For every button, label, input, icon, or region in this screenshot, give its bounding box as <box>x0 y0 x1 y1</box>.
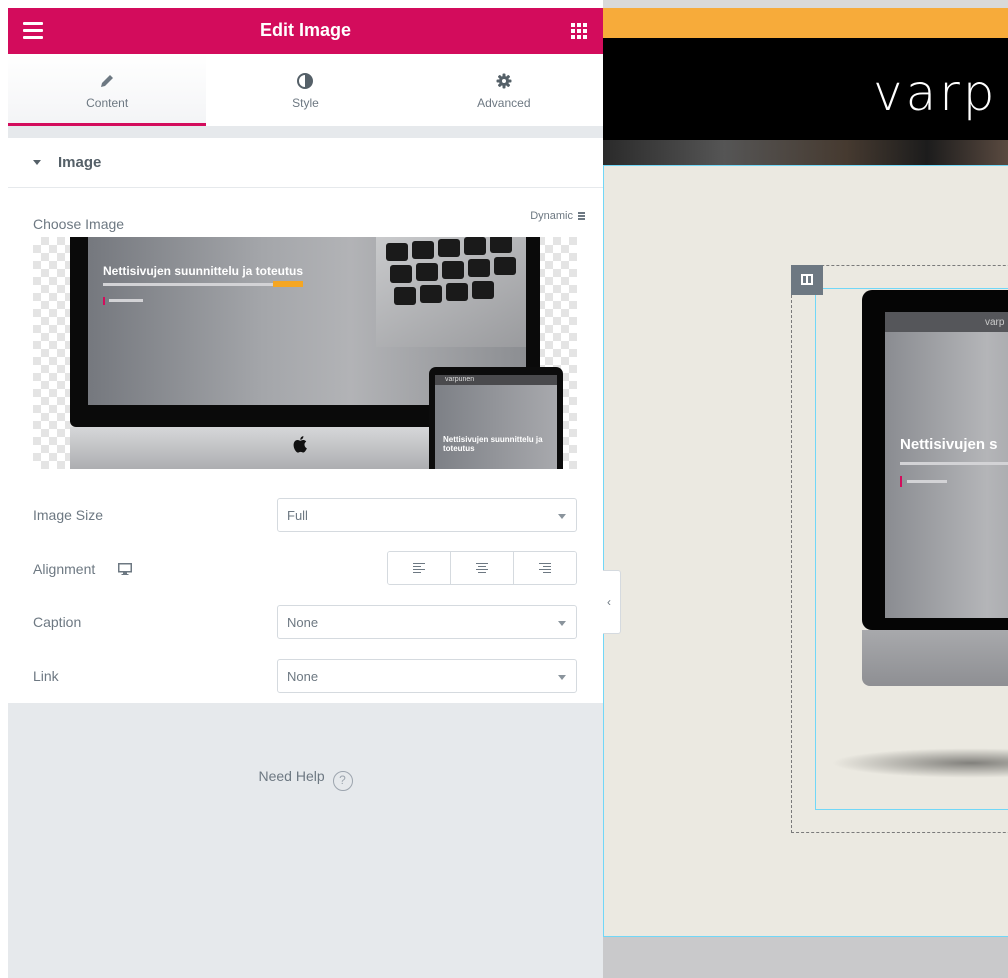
align-right-icon <box>539 563 551 573</box>
preview-tablet-headline: Nettisivujen suunnittelu ja toteutus <box>443 435 543 453</box>
preview-monitor-image[interactable]: varp Nettisivujen s <box>862 290 1008 686</box>
choose-image-label: Choose Image <box>33 216 125 232</box>
gear-icon <box>496 73 512 89</box>
preview-bottom-band <box>603 937 1008 978</box>
preview-monitor-headline: Nettisivujen s <box>900 436 998 453</box>
section-header-image[interactable]: Image <box>8 138 603 188</box>
preview-accent-bar <box>103 297 105 305</box>
pencil-icon <box>101 75 114 87</box>
preview-monitor-screen-large <box>885 312 1008 618</box>
image-size-label: Image Size <box>33 507 104 523</box>
align-center-icon <box>476 563 488 573</box>
link-label: Link <box>33 668 59 684</box>
preview-accent-text <box>109 299 143 302</box>
dynamic-label: Dynamic <box>530 210 573 222</box>
image-size-select[interactable]: Full <box>277 498 577 532</box>
chevron-down-icon <box>558 514 566 519</box>
link-select[interactable]: None <box>277 659 577 693</box>
dynamic-tags-button[interactable]: Dynamic <box>530 210 585 222</box>
desktop-monitor-icon[interactable] <box>118 563 132 575</box>
preview-badge <box>273 281 303 287</box>
preview-subtext <box>103 283 273 286</box>
caption-label: Caption <box>33 614 82 630</box>
column-icon <box>801 274 813 285</box>
panel-header: Edit Image <box>8 8 603 54</box>
panel-tabs: Content Style Advanced <box>8 54 603 126</box>
align-right-button[interactable] <box>513 552 576 584</box>
preview-hero-band <box>603 140 1008 165</box>
image-size-value: Full <box>287 508 308 523</box>
preview-headline: Nettisivujen suunnittelu ja toteutus <box>103 264 304 278</box>
preview-tablet-screen: varpunen Nettisivujen suunnittelu ja tot… <box>435 375 557 469</box>
align-left-icon <box>413 563 425 573</box>
chevron-down-icon <box>558 675 566 680</box>
question-circle-icon: ? <box>332 771 353 791</box>
tab-content[interactable]: Content <box>8 54 207 126</box>
preview-tablet: varpunen Nettisivujen suunnittelu ja tot… <box>429 367 563 469</box>
preview-monitor-brand: varp <box>985 317 1005 328</box>
tab-style-label: Style <box>292 96 319 110</box>
align-left-button[interactable] <box>388 552 450 584</box>
image-section: Image Choose Image Dynamic Nettisivujen … <box>8 138 603 703</box>
image-preview[interactable]: Nettisivujen suunnittelu ja toteutus var… <box>33 237 577 469</box>
link-value: None <box>287 669 319 684</box>
caption-value: None <box>287 615 319 630</box>
site-preview: varp ‹ varp Nettisivujen s <box>603 0 1008 978</box>
preview-monitor-accent-bar <box>900 476 902 487</box>
tab-advanced-label: Advanced <box>477 96 531 110</box>
caption-select[interactable]: None <box>277 605 577 639</box>
tabs-separator <box>8 126 603 138</box>
section-title: Image <box>58 154 102 171</box>
preview-monitor-chin-large <box>862 630 1008 686</box>
chevron-down-icon <box>558 621 566 626</box>
preview-site-header: varp <box>603 38 1008 140</box>
column-handle[interactable] <box>791 265 823 295</box>
apple-logo-icon <box>293 436 307 453</box>
widgets-grid-icon[interactable] <box>571 23 587 39</box>
align-center-button[interactable] <box>450 552 513 584</box>
need-help-label: Need Help <box>258 768 325 784</box>
chevron-left-icon: ‹ <box>607 595 611 609</box>
preview-monitor-shadow <box>831 748 1008 778</box>
tab-advanced[interactable]: Advanced <box>405 54 603 126</box>
preview-topbar <box>603 8 1008 38</box>
preview-monitor-subtext <box>900 462 1008 465</box>
collapse-panel-button[interactable]: ‹ <box>603 570 621 634</box>
preview-monitor-accent-text <box>907 480 947 483</box>
editor-panel: Edit Image Content Style Advanced Image … <box>8 8 603 978</box>
site-logo: varp <box>873 64 998 122</box>
preview-tablet-brand: varpunen <box>445 376 475 383</box>
caret-down-icon <box>33 160 41 165</box>
tab-content-label: Content <box>86 96 129 110</box>
alignment-choices <box>387 551 577 585</box>
tab-style[interactable]: Style <box>206 54 404 126</box>
alignment-label: Alignment <box>33 561 96 577</box>
half-circle-icon <box>297 73 314 89</box>
preview-tablet-header: varpunen <box>435 375 557 385</box>
preview-keyboard <box>376 237 526 347</box>
need-help-link[interactable]: Need Help ? <box>8 768 603 791</box>
database-icon <box>578 212 585 220</box>
panel-title: Edit Image <box>259 20 352 40</box>
